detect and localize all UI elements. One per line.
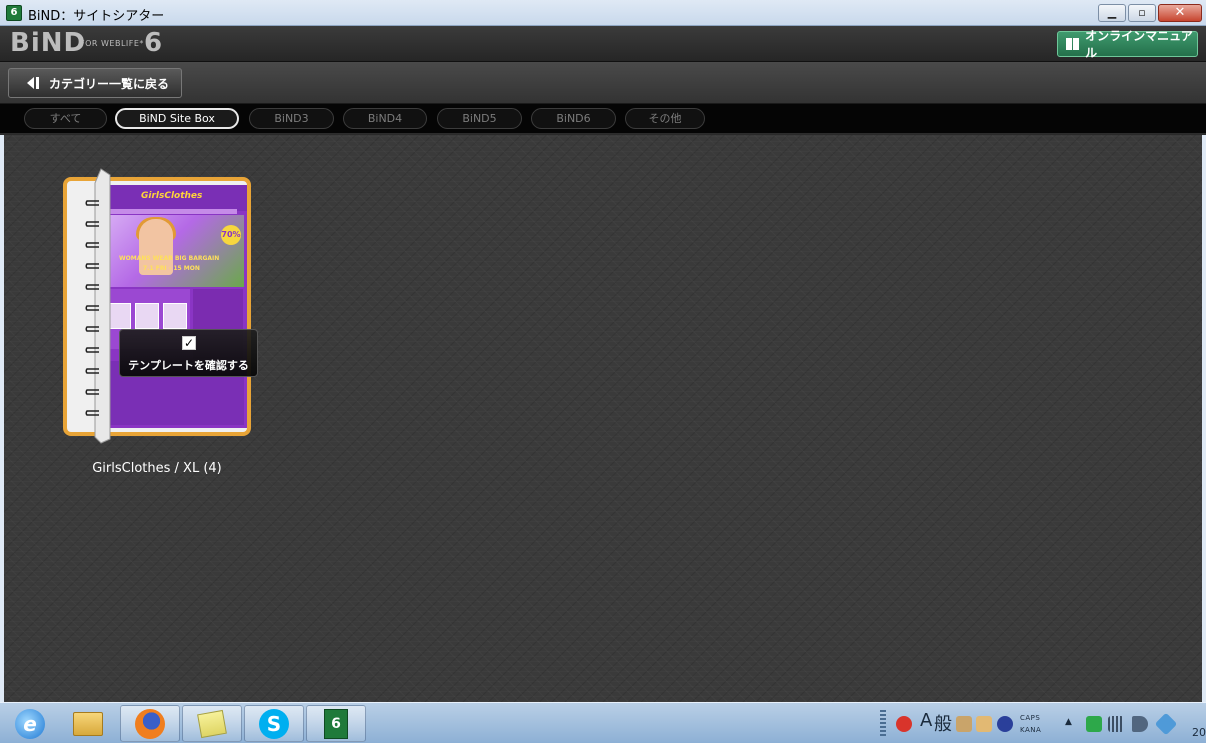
category-tabs: すべて BiND Site Box BiND3 BiND4 BiND5 BiND…: [0, 104, 1206, 134]
tab-bind3[interactable]: BiND3: [249, 108, 334, 129]
template-thumbnail: GirlsClothes 70% WOMANS WEAR BIG BARGAIN…: [99, 185, 247, 428]
taskbar-sticky-notes[interactable]: [182, 705, 242, 742]
thumbnail-nav: [109, 209, 237, 214]
tab-other[interactable]: その他: [625, 108, 705, 129]
volume-icon[interactable]: [1132, 716, 1148, 732]
explorer-icon: [73, 711, 103, 736]
minimize-button[interactable]: ▁: [1098, 4, 1126, 22]
kana-lock-indicator: KANA: [1020, 726, 1042, 734]
caps-lock-indicator: CAPS: [1020, 714, 1041, 722]
bind-logo: BiND: [10, 28, 87, 58]
skype-icon: S: [259, 708, 289, 739]
windows-taskbar: e S 6 A 般 CAPS KANA ▲ 20: [0, 702, 1206, 743]
close-icon: ✕: [1174, 5, 1186, 20]
antivirus-icon[interactable]: [896, 716, 912, 732]
tab-bind6[interactable]: BiND6: [531, 108, 616, 129]
window-controls: ▁ ▫ ✕: [1098, 4, 1202, 22]
sync-icon[interactable]: [1086, 716, 1102, 732]
clock[interactable]: 20: [1192, 726, 1206, 739]
back-to-categories-button[interactable]: カテゴリー一覧に戻る: [8, 68, 182, 98]
checkbox-icon: ✓: [182, 336, 196, 350]
thumbnail-product-image: [163, 303, 187, 329]
network-icon[interactable]: [1108, 716, 1124, 732]
back-to-categories-label: カテゴリー一覧に戻る: [49, 76, 170, 91]
ime-input-label[interactable]: 般: [934, 710, 952, 736]
book-icon: [1066, 38, 1080, 50]
taskbar-bind6[interactable]: 6: [306, 705, 366, 742]
thumbnail-product-image: [135, 303, 159, 329]
show-hidden-icons-icon[interactable]: ▲: [1065, 717, 1072, 727]
template-card-caption: GirlsClothes / XL (4): [92, 461, 222, 476]
help-icon[interactable]: [997, 716, 1013, 732]
app-header: BiND FOR WEBLIFE* 6 オンラインマニュアル: [0, 26, 1206, 62]
sticky-notes-icon: [197, 709, 227, 738]
tab-bind4[interactable]: BiND4: [343, 108, 427, 129]
back-arrow-icon: [27, 76, 41, 90]
ime-tool-icon[interactable]: [956, 716, 972, 732]
binder-rings-icon: [73, 167, 111, 445]
window-title: BiND：サイトシアター: [28, 9, 165, 24]
close-button[interactable]: ✕: [1158, 4, 1202, 22]
dropbox-icon[interactable]: [1154, 712, 1178, 736]
thumbnail-dates: 7.1 FRI - 15 MON: [143, 265, 200, 272]
window-titlebar: 6 BiND：サイトシアター ▁ ▫ ✕: [0, 0, 1206, 26]
taskbar-firefox[interactable]: [120, 705, 180, 742]
ime-dictionary-icon[interactable]: [976, 716, 992, 732]
window-border-right: [1202, 135, 1206, 702]
online-manual-label: オンラインマニュアル: [1085, 29, 1193, 60]
taskbar-ie[interactable]: e: [0, 705, 60, 742]
template-card[interactable]: GirlsClothes 70% WOMANS WEAR BIG BARGAIN…: [63, 167, 251, 445]
view-template-button[interactable]: ✓ テンプレートを確認する: [119, 329, 258, 377]
bind-logo-subtitle: FOR WEBLIFE*: [80, 39, 144, 48]
bind6-icon: 6: [324, 708, 348, 739]
thumbnail-badge: 70%: [221, 225, 241, 245]
taskbar-skype[interactable]: S: [244, 705, 304, 742]
firefox-icon: [135, 708, 165, 739]
online-manual-button[interactable]: オンラインマニュアル: [1057, 29, 1198, 60]
maximize-icon: ▫: [1138, 6, 1146, 19]
ime-mode-indicator[interactable]: A: [920, 710, 932, 731]
bind-app-icon: 6: [6, 5, 22, 21]
tray-grip: [880, 710, 886, 738]
maximize-button[interactable]: ▫: [1128, 4, 1156, 22]
thumbnail-headline: WOMANS WEAR BIG BARGAIN: [119, 255, 220, 262]
thumbnail-logo: GirlsClothes: [141, 191, 203, 201]
minimize-icon: ▁: [1107, 6, 1117, 19]
ie-icon: e: [15, 708, 45, 739]
tab-all[interactable]: すべて: [24, 108, 107, 129]
navigation-bar: カテゴリー一覧に戻る: [0, 62, 1206, 104]
bind-logo-version: 6: [144, 28, 163, 58]
taskbar-explorer[interactable]: [58, 705, 118, 742]
view-template-label: テンプレートを確認する: [128, 359, 249, 372]
tab-bind-site-box[interactable]: BiND Site Box: [115, 108, 239, 129]
tab-bind5[interactable]: BiND5: [437, 108, 522, 129]
